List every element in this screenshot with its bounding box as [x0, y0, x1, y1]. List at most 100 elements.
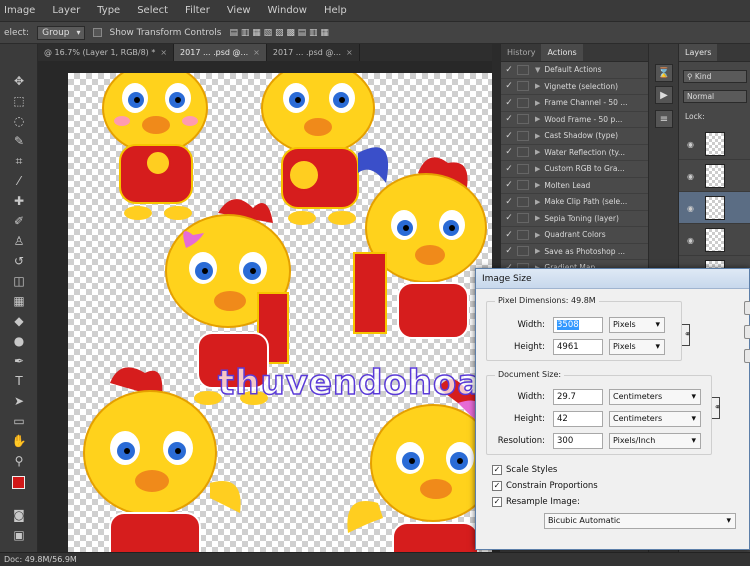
- path-select-tool-icon[interactable]: ➤: [10, 392, 28, 410]
- document-tab[interactable]: 2017 ... .psd @... ×: [267, 44, 360, 61]
- expand-triangle-icon[interactable]: ▶: [535, 115, 540, 123]
- document-tab[interactable]: @ 16.7% (Layer 1, RGB/8) * ×: [38, 44, 175, 61]
- eye-icon[interactable]: ◉: [687, 236, 694, 245]
- screen-mode-icon[interactable]: ▣: [10, 526, 28, 544]
- layer-row-selected[interactable]: ◉: [679, 192, 750, 224]
- clone-stamp-tool-icon[interactable]: ♙: [10, 232, 28, 250]
- move-tool-icon[interactable]: ✥: [10, 72, 28, 90]
- ok-button[interactable]: [744, 301, 750, 315]
- checkmark-icon[interactable]: ✓: [501, 213, 517, 223]
- scale-styles-row[interactable]: ✓ Scale Styles: [492, 463, 557, 477]
- scale-styles-checkbox[interactable]: ✓: [492, 465, 502, 475]
- marquee-tool-icon[interactable]: ⬚: [10, 92, 28, 110]
- history-brush-tool-icon[interactable]: ↺: [10, 252, 28, 270]
- checkmark-icon[interactable]: ✓: [501, 114, 517, 124]
- expand-triangle-icon[interactable]: ▶: [535, 231, 540, 239]
- eyedropper-tool-icon[interactable]: ⁄: [10, 172, 28, 190]
- checkmark-icon[interactable]: ✓: [501, 131, 517, 141]
- action-row[interactable]: ✓ ▶ Frame Channel - 50 ...: [501, 95, 648, 112]
- zoom-tool-icon[interactable]: ⚲: [10, 452, 28, 470]
- close-tab-icon[interactable]: ×: [346, 48, 353, 57]
- expand-triangle-icon[interactable]: ▶: [535, 82, 540, 90]
- pixel-height-input[interactable]: 4961: [553, 339, 603, 355]
- resample-method-dropdown[interactable]: Bicubic Automatic: [544, 513, 736, 529]
- checkmark-icon[interactable]: ✓: [501, 98, 517, 108]
- brush-tool-icon[interactable]: ✐: [10, 212, 28, 230]
- quick-mask-icon[interactable]: ◙: [10, 506, 28, 524]
- auto-select-dropdown[interactable]: Group: [37, 25, 85, 40]
- checkmark-icon[interactable]: ✓: [501, 65, 517, 75]
- resample-row[interactable]: ✓ Resample Image:: [492, 495, 580, 509]
- pixel-width-unit[interactable]: Pixels: [609, 317, 665, 333]
- dialog-toggle[interactable]: [517, 246, 529, 257]
- dialog-toggle[interactable]: [517, 97, 529, 108]
- pixel-height-unit[interactable]: Pixels: [609, 339, 665, 355]
- hand-tool-icon[interactable]: ✋: [10, 432, 28, 450]
- align-icons[interactable]: ▤ ▥ ▦ ▧ ▨ ▩ ▤ ▥ ▦: [230, 28, 329, 38]
- eye-icon[interactable]: ◉: [687, 140, 694, 149]
- menu-layer[interactable]: Layer: [52, 5, 80, 16]
- checkmark-icon[interactable]: ✓: [501, 197, 517, 207]
- quick-select-tool-icon[interactable]: ✎: [10, 132, 28, 150]
- eraser-tool-icon[interactable]: ◫: [10, 272, 28, 290]
- play-action-icon[interactable]: ▶: [655, 86, 673, 104]
- dialog-toggle[interactable]: [517, 147, 529, 158]
- crop-tool-icon[interactable]: ⌗: [10, 152, 28, 170]
- action-row[interactable]: ✓ ▶ Quadrant Colors: [501, 227, 648, 244]
- action-row[interactable]: ✓ ▶ Make Clip Path (sele...: [501, 194, 648, 211]
- show-transform-checkbox[interactable]: [92, 28, 102, 37]
- shape-tool-icon[interactable]: ▭: [10, 412, 28, 430]
- menu-view[interactable]: View: [227, 5, 251, 16]
- dialog-toggle[interactable]: [517, 163, 529, 174]
- expand-triangle-icon[interactable]: ▶: [535, 198, 540, 206]
- layer-row[interactable]: ◉: [679, 160, 750, 192]
- checkmark-icon[interactable]: ✓: [501, 180, 517, 190]
- close-tab-icon[interactable]: ×: [253, 48, 260, 57]
- dialog-toggle[interactable]: [517, 81, 529, 92]
- type-tool-icon[interactable]: T: [10, 372, 28, 390]
- layer-filter-kind[interactable]: ⚲ Kind: [683, 70, 747, 83]
- resolution-unit[interactable]: Pixels/Inch: [609, 433, 701, 449]
- pen-tool-icon[interactable]: ✒: [10, 352, 28, 370]
- action-row[interactable]: ✓ ▶ Cast Shadow (type): [501, 128, 648, 145]
- doc-width-unit[interactable]: Centimeters: [609, 389, 701, 405]
- menu-help[interactable]: Help: [324, 5, 347, 16]
- foreground-color-swatch[interactable]: [12, 476, 25, 489]
- lasso-tool-icon[interactable]: ◌: [10, 112, 28, 130]
- doc-height-input[interactable]: 42: [553, 411, 603, 427]
- menu-filter[interactable]: Filter: [185, 5, 210, 16]
- action-row[interactable]: ✓ ▶ Wood Frame - 50 p...: [501, 112, 648, 128]
- expand-triangle-icon[interactable]: ▶: [535, 165, 540, 173]
- action-row[interactable]: ✓ ▶ Water Reflection (ty...: [501, 145, 648, 161]
- dialog-toggle[interactable]: [517, 130, 529, 141]
- dialog-toggle[interactable]: [517, 196, 529, 207]
- action-row[interactable]: ✓ ▶ Custom RGB to Gra...: [501, 161, 648, 178]
- cancel-button[interactable]: [744, 325, 750, 339]
- tab-layers[interactable]: Layers: [679, 44, 718, 61]
- expand-triangle-icon[interactable]: ▶: [535, 132, 540, 140]
- action-set-row[interactable]: ✓ ▼ Default Actions: [501, 62, 648, 79]
- expand-triangle-icon[interactable]: ▼: [535, 66, 540, 74]
- auto-button[interactable]: [744, 349, 750, 363]
- document-tab-active[interactable]: 2017 ... .psd @... ×: [174, 44, 267, 61]
- checkmark-icon[interactable]: ✓: [501, 246, 517, 256]
- dialog-toggle[interactable]: [517, 64, 529, 75]
- action-row[interactable]: ✓ ▶ Sepia Toning (layer): [501, 211, 648, 227]
- blur-tool-icon[interactable]: ◆: [10, 312, 28, 330]
- constrain-proportions-row[interactable]: ✓ Constrain Proportions: [492, 479, 598, 493]
- dialog-toggle[interactable]: [517, 213, 529, 224]
- checkmark-icon[interactable]: ✓: [501, 147, 517, 157]
- tab-actions[interactable]: Actions: [541, 44, 583, 61]
- checkmark-icon[interactable]: ✓: [501, 81, 517, 91]
- dodge-tool-icon[interactable]: ●: [10, 332, 28, 350]
- checkmark-icon[interactable]: ✓: [501, 164, 517, 174]
- menu-image[interactable]: Image: [4, 5, 35, 16]
- properties-panel-icon[interactable]: ≡: [655, 110, 673, 128]
- expand-triangle-icon[interactable]: ▶: [535, 148, 540, 156]
- dialog-toggle[interactable]: [517, 229, 529, 240]
- menu-window[interactable]: Window: [268, 5, 307, 16]
- action-row[interactable]: ✓ ▶ Save as Photoshop ...: [501, 244, 648, 260]
- layer-row[interactable]: ◉: [679, 128, 750, 160]
- menu-type[interactable]: Type: [97, 5, 120, 16]
- gradient-tool-icon[interactable]: ▦: [10, 292, 28, 310]
